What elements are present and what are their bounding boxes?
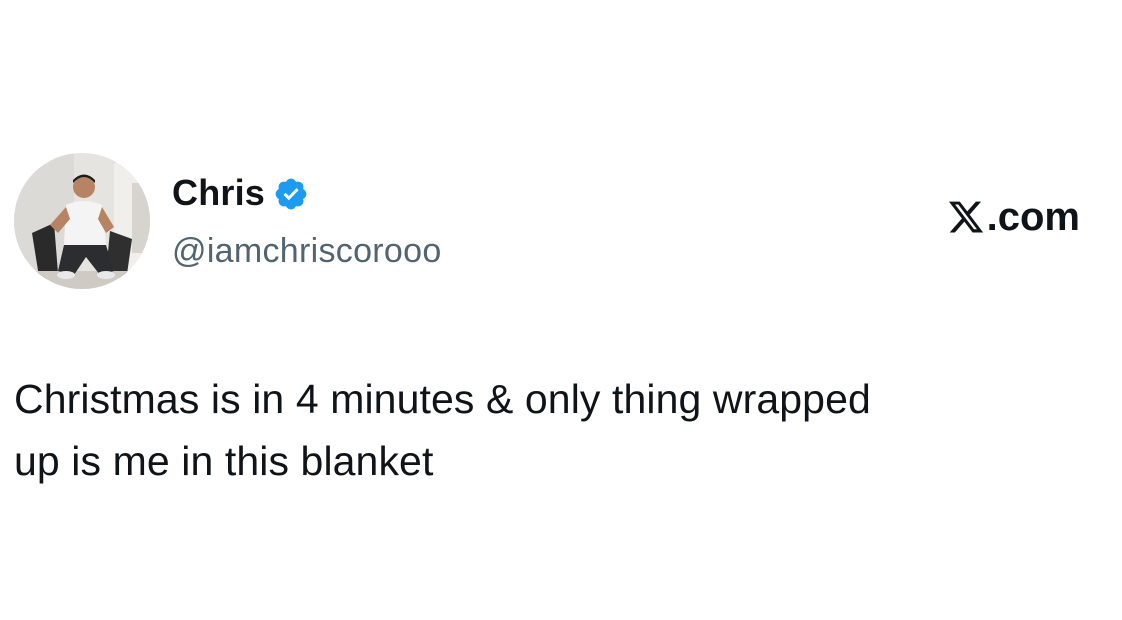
avatar[interactable] [14,153,150,289]
x-logo-icon [947,198,985,236]
brand-mark: .com [947,193,1080,241]
tweet-text: Christmas is in 4 minutes & only thing w… [14,376,871,484]
avatar-photo [14,153,150,289]
brand-suffix: .com [986,195,1080,239]
display-name[interactable]: Chris [172,171,265,215]
author-info: Chris @iamchriscorooo [172,171,442,273]
tweet-card: Chris @iamchriscorooo .com Christmas is … [0,0,1122,620]
verified-badge-icon [273,176,309,212]
author-handle[interactable]: @iamchriscorooo [172,229,442,273]
tweet-header: Chris @iamchriscorooo .com [14,153,1094,293]
display-name-row: Chris [172,171,442,215]
